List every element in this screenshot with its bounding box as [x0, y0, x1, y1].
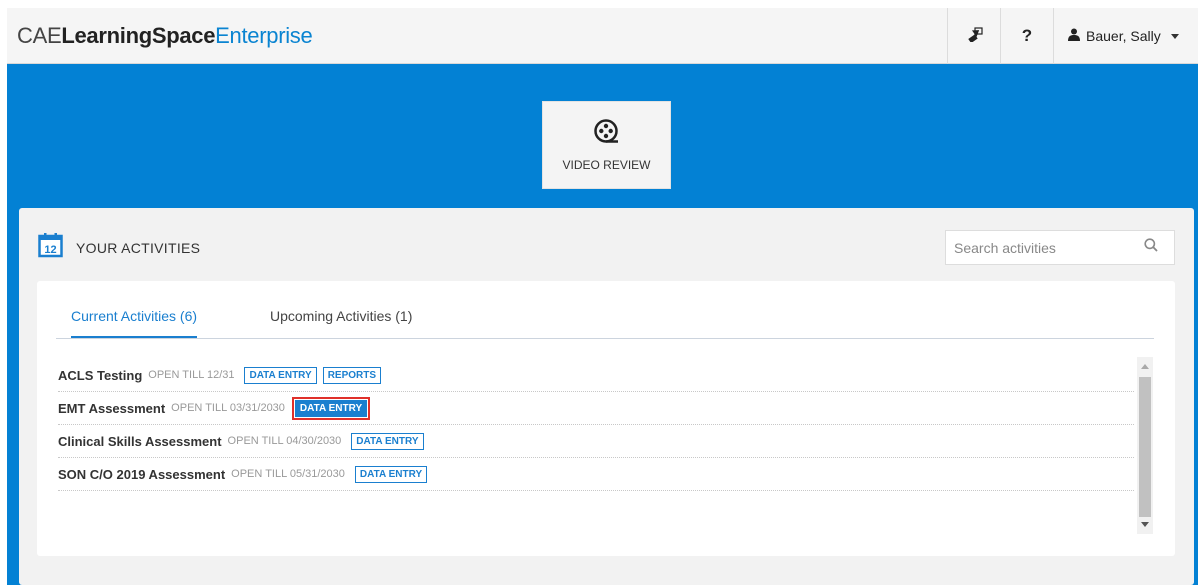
- logo-enterprise: Enterprise: [215, 23, 313, 48]
- search-box: [945, 230, 1175, 265]
- top-bar: CAELearningSpaceEnterprise ? Bauer, Sall…: [7, 8, 1198, 64]
- list-item: ACLS Testing OPEN TILL 12/31 DATA ENTRY …: [58, 359, 1134, 392]
- activity-open-until: OPEN TILL 05/31/2030: [231, 468, 345, 480]
- activity-name[interactable]: ACLS Testing: [58, 368, 142, 383]
- activity-open-until: OPEN TILL 04/30/2030: [227, 435, 342, 447]
- share-icon: [965, 26, 983, 47]
- help-label: ?: [1021, 26, 1033, 45]
- activity-name[interactable]: Clinical Skills Assessment: [58, 434, 222, 449]
- list-item: Clinical Skills Assessment OPEN TILL 04/…: [58, 425, 1134, 458]
- app-logo[interactable]: CAELearningSpaceEnterprise: [17, 23, 313, 49]
- logo-cae: CAE: [17, 23, 62, 48]
- data-entry-button[interactable]: DATA ENTRY: [354, 465, 428, 483]
- video-review-label: VIDEO REVIEW: [562, 157, 651, 172]
- reports-button[interactable]: REPORTS: [322, 366, 382, 384]
- film-reel-icon: [593, 118, 620, 150]
- scrollbar-thumb[interactable]: [1139, 377, 1151, 517]
- logo-learningspace: LearningSpace: [61, 23, 216, 48]
- scroll-up-arrow-icon[interactable]: [1141, 364, 1149, 369]
- help-button[interactable]: ?: [1000, 8, 1053, 64]
- calendar-icon: 12: [38, 232, 64, 263]
- data-entry-button[interactable]: DATA ENTRY: [244, 366, 317, 384]
- data-entry-button[interactable]: DATA ENTRY: [291, 396, 371, 420]
- activities-header: 12 YOUR ACTIVITIES: [38, 232, 200, 263]
- list-scrollbar[interactable]: [1137, 357, 1153, 534]
- activity-open-until: OPEN TILL 12/31: [148, 369, 235, 381]
- chevron-down-icon: [1170, 33, 1179, 39]
- search-input[interactable]: [954, 239, 1144, 256]
- scroll-down-arrow-icon[interactable]: [1141, 522, 1149, 527]
- app-window: CAELearningSpaceEnterprise ? Bauer, Sall…: [7, 8, 1198, 585]
- activity-tabs: Current Activities (6) Upcoming Activiti…: [56, 299, 1154, 339]
- activity-name[interactable]: EMT Assessment: [58, 401, 165, 416]
- user-menu[interactable]: Bauer, Sally: [1053, 8, 1198, 64]
- tab-upcoming-activities[interactable]: Upcoming Activities (1): [270, 308, 412, 336]
- activity-list: ACLS Testing OPEN TILL 12/31 DATA ENTRY …: [58, 359, 1134, 491]
- data-entry-button[interactable]: DATA ENTRY: [351, 432, 424, 450]
- search-icon[interactable]: [1144, 238, 1158, 257]
- activity-name[interactable]: SON C/O 2019 Assessment: [58, 467, 225, 482]
- calendar-day: 12: [44, 244, 56, 256]
- video-review-tile[interactable]: VIDEO REVIEW: [542, 101, 671, 189]
- share-button[interactable]: [947, 8, 1000, 64]
- user-name: Bauer, Sally: [1086, 28, 1161, 44]
- tab-current-activities[interactable]: Current Activities (6): [71, 308, 198, 338]
- list-item: EMT Assessment OPEN TILL 03/31/2030 DATA…: [58, 392, 1134, 425]
- activities-panel: 12 YOUR ACTIVITIES Current Activities (6…: [19, 208, 1194, 585]
- list-item: SON C/O 2019 Assessment OPEN TILL 05/31/…: [58, 458, 1134, 491]
- activities-card: Current Activities (6) Upcoming Activiti…: [37, 281, 1175, 556]
- activity-open-until: OPEN TILL 03/31/2030: [171, 402, 285, 414]
- panel-title: YOUR ACTIVITIES: [76, 239, 201, 256]
- user-icon: [1068, 28, 1080, 44]
